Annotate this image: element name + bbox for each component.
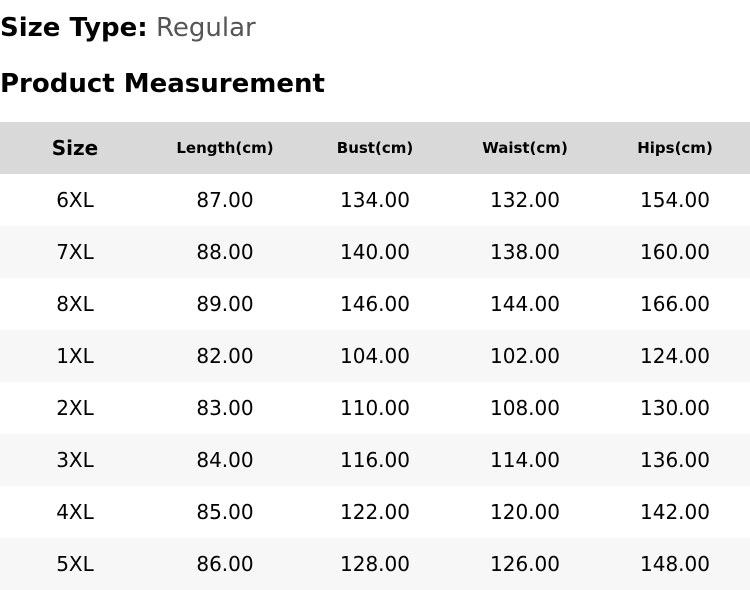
cell-bust: 116.00 bbox=[340, 448, 410, 472]
cell-hips: 136.00 bbox=[640, 448, 710, 472]
cell-length: 82.00 bbox=[196, 344, 254, 368]
cell-hips: 166.00 bbox=[640, 292, 710, 316]
cell-waist: 120.00 bbox=[490, 500, 560, 524]
size-type-label: Size Type: bbox=[0, 13, 148, 43]
column-header-bust: Bust(cm) bbox=[336, 139, 414, 157]
cell-size: 4XL bbox=[56, 500, 94, 524]
measurement-table: Size Length(cm) Bust(cm) Waist(cm) Hips(… bbox=[0, 122, 750, 590]
cell-hips: 154.00 bbox=[640, 188, 710, 212]
cell-hips: 124.00 bbox=[640, 344, 710, 368]
cell-size: 7XL bbox=[56, 240, 94, 264]
cell-waist: 114.00 bbox=[490, 448, 560, 472]
table-row: 1XL 82.00 104.00 102.00 124.00 bbox=[0, 330, 750, 382]
cell-waist: 144.00 bbox=[490, 292, 560, 316]
cell-length: 84.00 bbox=[196, 448, 254, 472]
cell-bust: 140.00 bbox=[340, 240, 410, 264]
cell-hips: 142.00 bbox=[640, 500, 710, 524]
cell-hips: 160.00 bbox=[640, 240, 710, 264]
cell-size: 2XL bbox=[56, 396, 94, 420]
table-row: 3XL 84.00 116.00 114.00 136.00 bbox=[0, 434, 750, 486]
cell-bust: 122.00 bbox=[340, 500, 410, 524]
cell-waist: 138.00 bbox=[490, 240, 560, 264]
size-type-line: Size Type: Regular bbox=[0, 12, 256, 44]
cell-size: 3XL bbox=[56, 448, 94, 472]
cell-hips: 148.00 bbox=[640, 552, 710, 576]
table-header-row: Size Length(cm) Bust(cm) Waist(cm) Hips(… bbox=[0, 122, 750, 174]
cell-bust: 110.00 bbox=[340, 396, 410, 420]
table-row: 4XL 85.00 122.00 120.00 142.00 bbox=[0, 486, 750, 538]
table-row: 8XL 89.00 146.00 144.00 166.00 bbox=[0, 278, 750, 330]
table-row: 2XL 83.00 110.00 108.00 130.00 bbox=[0, 382, 750, 434]
cell-length: 89.00 bbox=[196, 292, 254, 316]
column-header-waist: Waist(cm) bbox=[482, 139, 568, 157]
column-header-length: Length(cm) bbox=[176, 139, 274, 157]
cell-hips: 130.00 bbox=[640, 396, 710, 420]
table-row: 6XL 87.00 134.00 132.00 154.00 bbox=[0, 174, 750, 226]
cell-waist: 132.00 bbox=[490, 188, 560, 212]
cell-length: 85.00 bbox=[196, 500, 254, 524]
cell-size: 1XL bbox=[56, 344, 94, 368]
cell-bust: 146.00 bbox=[340, 292, 410, 316]
cell-length: 83.00 bbox=[196, 396, 254, 420]
column-header-hips: Hips(cm) bbox=[637, 139, 713, 157]
table-row: 7XL 88.00 140.00 138.00 160.00 bbox=[0, 226, 750, 278]
cell-length: 87.00 bbox=[196, 188, 254, 212]
cell-bust: 134.00 bbox=[340, 188, 410, 212]
cell-size: 5XL bbox=[56, 552, 94, 576]
cell-waist: 108.00 bbox=[490, 396, 560, 420]
cell-length: 88.00 bbox=[196, 240, 254, 264]
cell-size: 8XL bbox=[56, 292, 94, 316]
size-type-value: Regular bbox=[155, 13, 256, 43]
cell-length: 86.00 bbox=[196, 552, 254, 576]
column-header-size: Size bbox=[51, 136, 99, 160]
cell-waist: 102.00 bbox=[490, 344, 560, 368]
cell-bust: 128.00 bbox=[340, 552, 410, 576]
cell-waist: 126.00 bbox=[490, 552, 560, 576]
cell-bust: 104.00 bbox=[340, 344, 410, 368]
table-row: 5XL 86.00 128.00 126.00 148.00 bbox=[0, 538, 750, 590]
section-title: Product Measurement bbox=[0, 69, 325, 99]
table-body: 6XL 87.00 134.00 132.00 154.00 7XL 88.00 140.00… bbox=[0, 174, 750, 590]
cell-size: 6XL bbox=[56, 188, 94, 212]
